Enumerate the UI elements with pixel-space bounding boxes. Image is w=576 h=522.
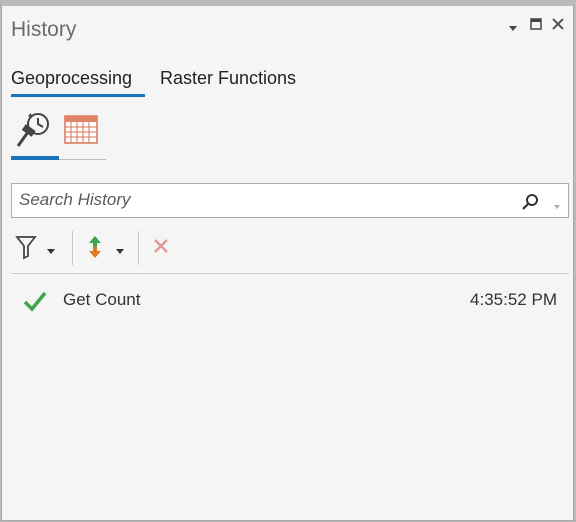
- tab-geoprocessing[interactable]: Geoprocessing: [11, 68, 132, 89]
- sort-icon: [86, 234, 104, 265]
- remove-button[interactable]: [150, 232, 176, 262]
- maximize-icon[interactable]: [529, 17, 543, 34]
- history-item-time: 4:35:52 PM: [470, 290, 557, 309]
- history-item[interactable]: Get Count 4:35:52 PM: [11, 286, 569, 316]
- history-hammer-icon[interactable]: [14, 110, 54, 155]
- remove-icon: [153, 238, 169, 259]
- pane-menu-dropdown-icon[interactable]: [507, 20, 519, 36]
- filter-icon: [15, 234, 37, 265]
- subtab-active-indicator: [11, 156, 59, 160]
- search-input[interactable]: [19, 189, 499, 211]
- search-box: [11, 183, 569, 218]
- tab-raster-functions[interactable]: Raster Functions: [160, 68, 296, 89]
- calendar-icon[interactable]: [64, 113, 98, 150]
- filter-button[interactable]: [11, 232, 61, 262]
- subtab-divider: [59, 159, 106, 160]
- history-item-name: Get Count: [63, 290, 141, 309]
- history-pane: History Geoprocessing Raster Functions S…: [1, 3, 574, 521]
- sort-dropdown-icon: [115, 243, 125, 261]
- success-check-icon: [23, 290, 47, 317]
- toolbar-separator: [72, 231, 73, 265]
- toolbar-divider: [11, 273, 569, 274]
- sort-button[interactable]: [82, 232, 132, 262]
- filter-dropdown-icon: [46, 243, 56, 261]
- search-icon[interactable]: [520, 192, 540, 217]
- search-options-dropdown-icon[interactable]: [552, 198, 562, 216]
- tab-active-indicator: [11, 94, 145, 97]
- pane-title: History: [11, 18, 77, 41]
- close-icon[interactable]: [551, 17, 565, 34]
- toolbar-separator: [138, 231, 139, 265]
